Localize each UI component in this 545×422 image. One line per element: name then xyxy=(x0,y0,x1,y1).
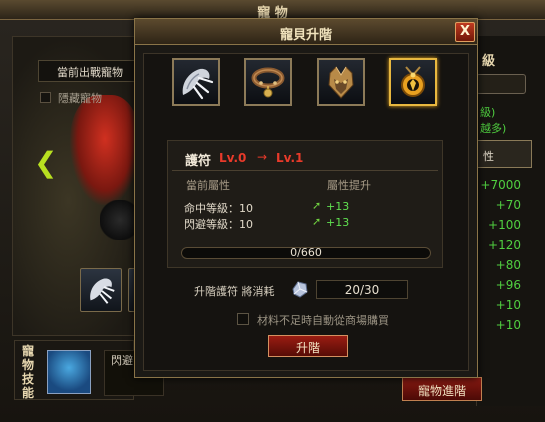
stat-value: +96 xyxy=(495,278,521,292)
pet-model-image xyxy=(70,95,140,205)
stat-value: +100 xyxy=(488,218,521,232)
upgrade-button[interactable]: 升階 xyxy=(268,335,348,357)
claw-icon xyxy=(90,278,115,304)
auto-buy-label: 材料不足時自動從商場購買 xyxy=(257,314,389,327)
current-level: Lv.0 xyxy=(219,151,247,165)
stat-value: +70 xyxy=(495,198,521,212)
stat-dodge-level: 閃避等級：10 xyxy=(184,218,253,231)
equip-slot-helmet[interactable] xyxy=(317,58,365,106)
amulet-icon xyxy=(401,66,425,97)
next-level: Lv.1 xyxy=(276,151,304,165)
equip-slot-amulet[interactable] xyxy=(389,58,437,106)
stat-hit-gain: +13 xyxy=(326,200,350,213)
attributes-tab[interactable]: 性 xyxy=(476,140,532,168)
stat-value: +80 xyxy=(495,258,521,272)
crystal-icon xyxy=(292,281,308,298)
pet-skill-label: 寵物技能 xyxy=(22,344,35,400)
divider xyxy=(172,170,438,171)
close-button[interactable]: X xyxy=(455,22,475,42)
current-attributes-header: 當前屬性 xyxy=(186,179,230,192)
stat-hit-level: 命中等級：10 xyxy=(184,202,253,215)
chevron-left-icon[interactable]: ❮ xyxy=(34,146,57,179)
pet-equip-slot[interactable] xyxy=(80,268,122,312)
item-name: 護符 xyxy=(185,154,212,169)
level-arrow-icon: → xyxy=(257,150,268,164)
pet-evolve-button[interactable]: 寵物進階 xyxy=(402,377,482,401)
claw-icon xyxy=(182,68,214,100)
collar-icon xyxy=(251,67,285,98)
stats-note: 級) xyxy=(480,106,496,119)
arrow-up-icon: ➚ xyxy=(312,215,322,228)
helmet-icon xyxy=(328,66,354,99)
upgrade-dialog-titlebar: 寵貝升階 X xyxy=(135,19,477,45)
auto-buy-checkbox[interactable] xyxy=(237,313,249,325)
stat-value: +120 xyxy=(488,238,521,252)
upgrade-dialog-title: 寵貝升階 xyxy=(279,28,332,43)
pet-window-titlebar: 寵 物 xyxy=(0,0,545,21)
upgrade-progress-text: 0/660 xyxy=(290,246,322,259)
hide-pet-label: 隱藏寵物 xyxy=(58,92,102,105)
stat-value: +10 xyxy=(495,318,521,332)
arrow-up-icon: ➚ xyxy=(312,199,322,212)
stats-heading: 級 xyxy=(482,54,496,69)
equip-slot-collar[interactable] xyxy=(244,58,292,106)
stat-dodge-gain: +13 xyxy=(326,216,350,229)
hide-pet-checkbox[interactable] xyxy=(40,92,51,103)
level-bar xyxy=(476,74,526,94)
stat-value: +7000 xyxy=(480,178,521,192)
attribute-boost-header: 屬性提升 xyxy=(327,179,371,192)
equip-slot-claw[interactable] xyxy=(172,58,220,106)
cost-amount: 20/30 xyxy=(316,280,408,299)
stat-value: +10 xyxy=(495,298,521,312)
stats-note: 越多) xyxy=(480,122,507,135)
cost-label: 升階護符 將消耗 xyxy=(194,285,275,298)
current-pet-select[interactable]: 當前出戰寵物 xyxy=(38,60,143,82)
skill-head-icon[interactable] xyxy=(47,350,91,394)
